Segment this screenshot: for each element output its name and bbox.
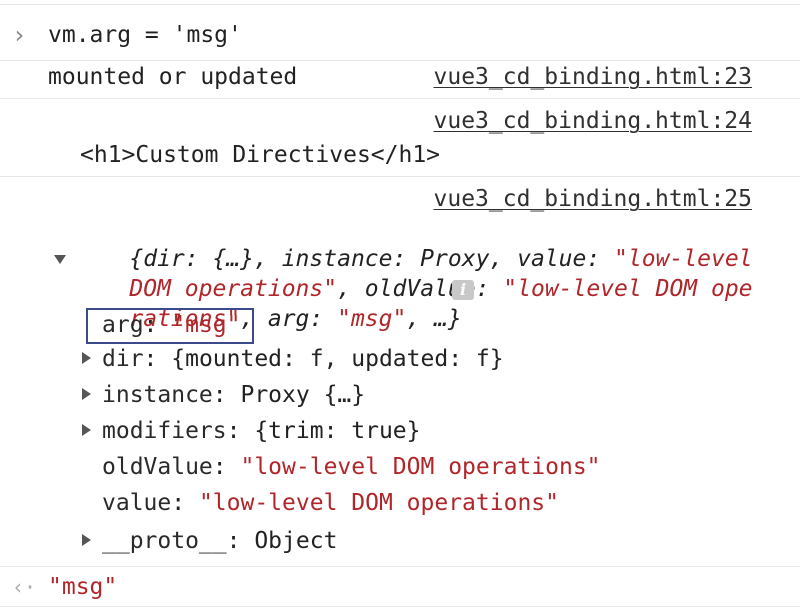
- divider: [0, 176, 800, 177]
- preview-text: , arg:: [240, 306, 338, 332]
- property-row-modifiers[interactable]: modifiers: {trim: true}: [102, 416, 421, 446]
- divider: [0, 606, 800, 607]
- info-icon[interactable]: i: [452, 280, 474, 300]
- property-row-value[interactable]: value: "low-level DOM operations": [102, 488, 559, 518]
- log-message: mounted or updated: [48, 64, 298, 90]
- expand-triangle-icon[interactable]: [82, 424, 91, 436]
- source-link[interactable]: vue3_cd_binding.html:23: [434, 62, 753, 92]
- input-prompt-icon: ›: [12, 21, 27, 49]
- preview-string: "low-level DOM ope: [503, 276, 753, 302]
- property-row-oldvalue[interactable]: oldValue: "low-level DOM operations": [102, 452, 601, 482]
- divider: [0, 98, 800, 99]
- expand-triangle-icon[interactable]: [82, 388, 91, 400]
- preview-string: "msg": [337, 306, 407, 332]
- property-row-dir[interactable]: dir: {mounted: f, updated: f}: [102, 344, 504, 374]
- dom-element-node[interactable]: <h1>Custom Directives</h1>: [80, 140, 440, 170]
- divider: [0, 60, 800, 61]
- property-row-instance[interactable]: instance: Proxy {…}: [102, 380, 365, 410]
- result-arrow-icon: ‹·: [12, 575, 37, 599]
- preview-text: , …}: [406, 306, 462, 332]
- divider: [0, 4, 800, 5]
- result-value: "msg": [48, 574, 118, 600]
- expand-triangle-icon[interactable]: [82, 534, 91, 546]
- property-row-arg[interactable]: arg: "msg": [102, 310, 241, 340]
- expand-triangle-icon[interactable]: [82, 352, 91, 364]
- property-row-proto[interactable]: __proto__: Object: [102, 526, 337, 556]
- expand-triangle-icon[interactable]: [54, 255, 66, 264]
- console-input-command[interactable]: vm.arg = 'msg': [48, 20, 242, 50]
- source-link[interactable]: vue3_cd_binding.html:24: [434, 106, 753, 136]
- source-link[interactable]: vue3_cd_binding.html:25: [434, 184, 753, 214]
- divider: [0, 566, 800, 567]
